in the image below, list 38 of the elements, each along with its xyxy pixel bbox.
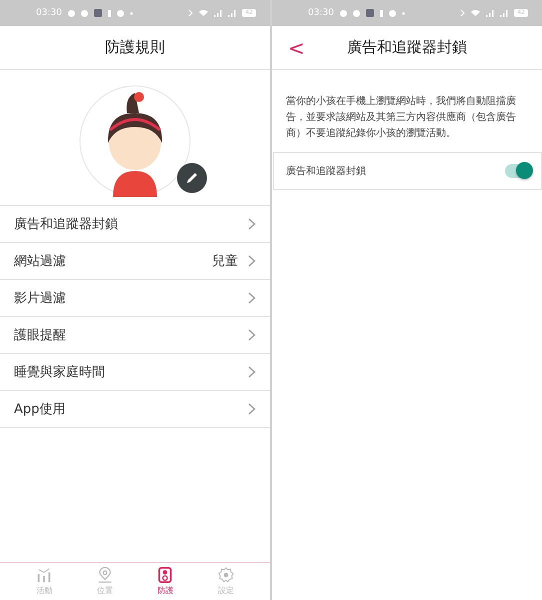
signal-icon [228,10,236,16]
dot-icon [130,12,133,14]
chevron-icon [248,329,256,341]
chevron-icon [248,292,256,304]
wifi-icon [199,10,208,16]
signal-icon [500,10,508,16]
nav-tab[interactable]: 防護 [154,563,176,600]
menu-item-label: App使用 [14,401,66,418]
circle-icon [116,10,124,16]
wifi-icon [471,10,480,16]
signal-icon [214,10,222,16]
square-icon [94,9,102,17]
circle-icon [388,10,396,16]
signal-icon [486,10,494,16]
description-text: 當你的小孩在手機上瀏覽網站時，我們將自動阻擋廣告，並要求該網站及其第三方內容供應商（包含廣告商）不要追蹤紀錄你小孩的瀏覽活動。 [286,94,517,141]
pencil-icon [185,170,199,184]
bar-icon [108,10,111,16]
dot-icon [402,12,405,14]
page-title: 防護規則 [105,38,165,57]
menu-item-value: 兒童 [212,253,238,270]
page-title: 廣告和追蹤器封鎖 [347,38,467,57]
square-icon [366,9,374,17]
menu-item-label: 網站過濾 [14,253,67,270]
menu-item-label: 影片過濾 [14,290,67,307]
circle-icon [80,10,88,16]
chevron-icon [248,403,256,415]
circle-icon [352,10,360,16]
setting-label: 廣告和追蹤器封鎖 [286,164,367,178]
edit-button[interactable] [177,162,207,192]
bar-icon [380,10,383,16]
chevron-icon [248,255,256,267]
menu-item-label: 睡覺與家庭時間 [14,364,106,381]
settings-icon [216,567,235,583]
chevron-icon [248,218,256,230]
chevron-icon [248,366,256,378]
back-button[interactable]: < [282,34,311,62]
menu-item-label: 廣告和追蹤器封鎖 [14,216,119,233]
menu-item-label: 護眼提醒 [14,327,67,344]
